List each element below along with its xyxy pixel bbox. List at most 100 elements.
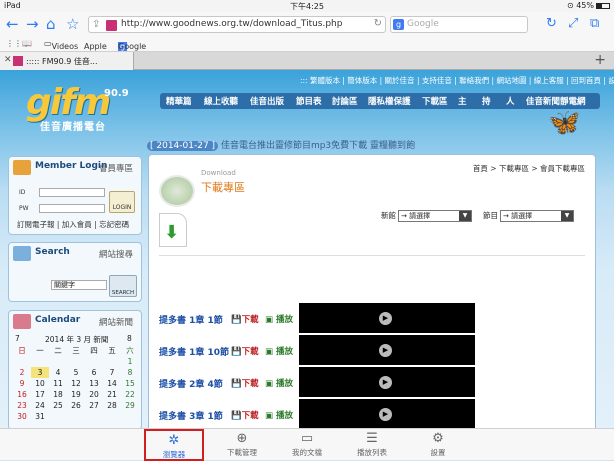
calendar-day[interactable]: 13: [85, 378, 103, 389]
calendar-day[interactable]: 19: [67, 389, 85, 400]
calendar-day[interactable]: 30: [13, 411, 31, 422]
close-icon[interactable]: ✕: [4, 55, 12, 65]
play-link[interactable]: ▣ 播放: [265, 313, 293, 325]
next-month[interactable]: 8: [127, 334, 132, 343]
calendar-day[interactable]: 25: [49, 400, 67, 411]
login-links[interactable]: 訂閱電子報 | 加入會員 | 忘記密碼: [17, 219, 129, 230]
menu-item[interactable]: 線上收聽: [204, 95, 238, 107]
calendar-day[interactable]: 12: [67, 378, 85, 389]
book-icon[interactable]: 📖: [22, 39, 32, 48]
home-icon[interactable]: ⌂: [46, 15, 56, 33]
login-button[interactable]: LOGIN: [109, 191, 135, 213]
download-link[interactable]: 💾下載: [231, 377, 259, 389]
calendar-day[interactable]: 27: [85, 400, 103, 411]
login-title: Member Login: [35, 161, 108, 171]
chapter-link[interactable]: 提多書 3章 1節: [159, 409, 223, 422]
calendar-day[interactable]: 8: [121, 367, 139, 378]
calendar-day[interactable]: 14: [103, 378, 121, 389]
search-button[interactable]: SEARCH: [109, 275, 137, 297]
forward-arrow-icon[interactable]: →: [26, 15, 39, 33]
menu-item[interactable]: 人: [506, 95, 515, 107]
calendar-day[interactable]: 18: [49, 389, 67, 400]
video-player[interactable]: ▶: [299, 399, 475, 428]
refresh-icon[interactable]: ↻: [546, 15, 557, 33]
tab-goodnews[interactable]: ✕ ::::: FM90.9 佳音...: [0, 52, 134, 70]
video-player[interactable]: ▶: [299, 335, 475, 365]
chapter-link[interactable]: 提多書 1章 10節: [159, 345, 229, 358]
calendar-day[interactable]: 16: [13, 389, 31, 400]
menu-item[interactable]: 主: [458, 95, 467, 107]
play-link[interactable]: ▣ 播放: [265, 345, 293, 357]
reload-icon[interactable]: ↻: [374, 18, 382, 29]
web-page: gifm 90.9 佳音廣播電台 ::: 繁體版本 | 簡体版本 | 關於佳音 …: [0, 70, 614, 428]
address-bar[interactable]: ⇪ http://www.goodnews.org.tw/download_Ti…: [88, 16, 386, 33]
site-logo[interactable]: gifm 90.9 佳音廣播電台: [26, 82, 130, 134]
new-select[interactable]: → 請選擇 ▼: [398, 210, 472, 222]
star-icon[interactable]: ☆: [66, 15, 79, 33]
calendar-day[interactable]: 15: [121, 378, 139, 389]
calendar-day[interactable]: 20: [85, 389, 103, 400]
menu-item[interactable]: 佳音新聞靜電網: [526, 95, 586, 107]
calendar-day[interactable]: 1: [121, 356, 139, 367]
calendar-day[interactable]: 11: [49, 378, 67, 389]
menu-item[interactable]: 討論區: [332, 95, 358, 107]
menu-item[interactable]: 下載區: [422, 95, 448, 107]
calendar-day[interactable]: 17: [31, 389, 49, 400]
calendar-day[interactable]: 26: [67, 400, 85, 411]
play-link[interactable]: ▣ 播放: [265, 377, 293, 389]
back-arrow-icon[interactable]: ←: [6, 15, 19, 33]
toolbar-playlist[interactable]: ☰ 播放列表: [342, 429, 402, 461]
download-link[interactable]: 💾下載: [231, 313, 259, 325]
toolbar-settings[interactable]: ⚙ 設置: [408, 429, 468, 461]
toolbar-documents[interactable]: ▭ 我的文檔: [277, 429, 337, 461]
program-select[interactable]: → 請選擇 ▼: [500, 210, 574, 222]
chapter-link[interactable]: 提多書 2章 4節: [159, 377, 223, 390]
bookmark-videos[interactable]: ▭ Videos: [44, 39, 78, 51]
calendar-day[interactable]: 9: [13, 378, 31, 389]
news-ticker[interactable]: [ 2014-01-27 ] 佳音電台推出靈修節目mp3免費下載 靈糧聽到飽: [147, 138, 415, 151]
calendar-day[interactable]: 23: [13, 400, 31, 411]
weekday-label: 六: [126, 346, 134, 355]
calendar-day[interactable]: 4: [49, 367, 67, 378]
calendar-day[interactable]: 22: [121, 389, 139, 400]
menu-item[interactable]: 持: [482, 95, 491, 107]
calendar-day[interactable]: 6: [85, 367, 103, 378]
breadcrumb[interactable]: 首頁 > 下載專區 > 會員下載專區: [473, 163, 585, 174]
play-icon[interactable]: ▶: [379, 408, 392, 421]
toolbar-downloads[interactable]: ⊕ 下載管理: [212, 429, 272, 461]
calendar-day[interactable]: 24: [31, 400, 49, 411]
video-player[interactable]: ▶: [299, 367, 475, 397]
menu-item[interactable]: 節目表: [296, 95, 322, 107]
calendar-day[interactable]: 28: [103, 400, 121, 411]
download-link[interactable]: 💾下載: [231, 409, 259, 421]
calendar-day[interactable]: 21: [103, 389, 121, 400]
menu-item[interactable]: 精華篇: [166, 95, 192, 107]
id-input[interactable]: [39, 188, 105, 197]
keyword-input[interactable]: 關鍵字: [51, 280, 107, 290]
calendar-day[interactable]: 31: [31, 411, 49, 422]
calendar-day[interactable]: 29: [121, 400, 139, 411]
video-player[interactable]: ▶: [299, 303, 475, 333]
play-icon[interactable]: ▶: [379, 312, 392, 325]
play-icon[interactable]: ▶: [379, 376, 392, 389]
expand-icon[interactable]: ⤢: [568, 15, 578, 33]
password-input[interactable]: [39, 204, 105, 213]
butterfly-icon: 🦋: [548, 108, 581, 138]
calendar-day[interactable]: 10: [31, 378, 49, 389]
calendar-day[interactable]: 3: [31, 367, 49, 378]
chapter-link[interactable]: 提多書 1章 1節: [159, 313, 223, 326]
tabs-icon[interactable]: ⧉: [590, 15, 599, 33]
play-icon[interactable]: ▶: [379, 344, 392, 357]
calendar-day[interactable]: 7: [103, 367, 121, 378]
toolbar-browser[interactable]: ✲ 瀏覽器: [144, 429, 204, 461]
play-link[interactable]: ▣ 播放: [265, 409, 293, 421]
calendar-day[interactable]: 5: [67, 367, 85, 378]
download-link[interactable]: 💾下載: [231, 345, 259, 357]
new-tab-icon[interactable]: +: [594, 52, 606, 68]
search-field[interactable]: g Google: [390, 16, 528, 33]
top-links[interactable]: ::: 繁體版本 | 簡体版本 | 關於佳音 | 支持佳音 | 聯絡我們 | 網…: [300, 75, 614, 86]
menu-item[interactable]: 隱私權保護: [368, 95, 411, 107]
menu-item[interactable]: 佳音出版: [250, 95, 284, 107]
prev-month[interactable]: 7: [15, 334, 20, 343]
calendar-day[interactable]: 2: [13, 367, 31, 378]
